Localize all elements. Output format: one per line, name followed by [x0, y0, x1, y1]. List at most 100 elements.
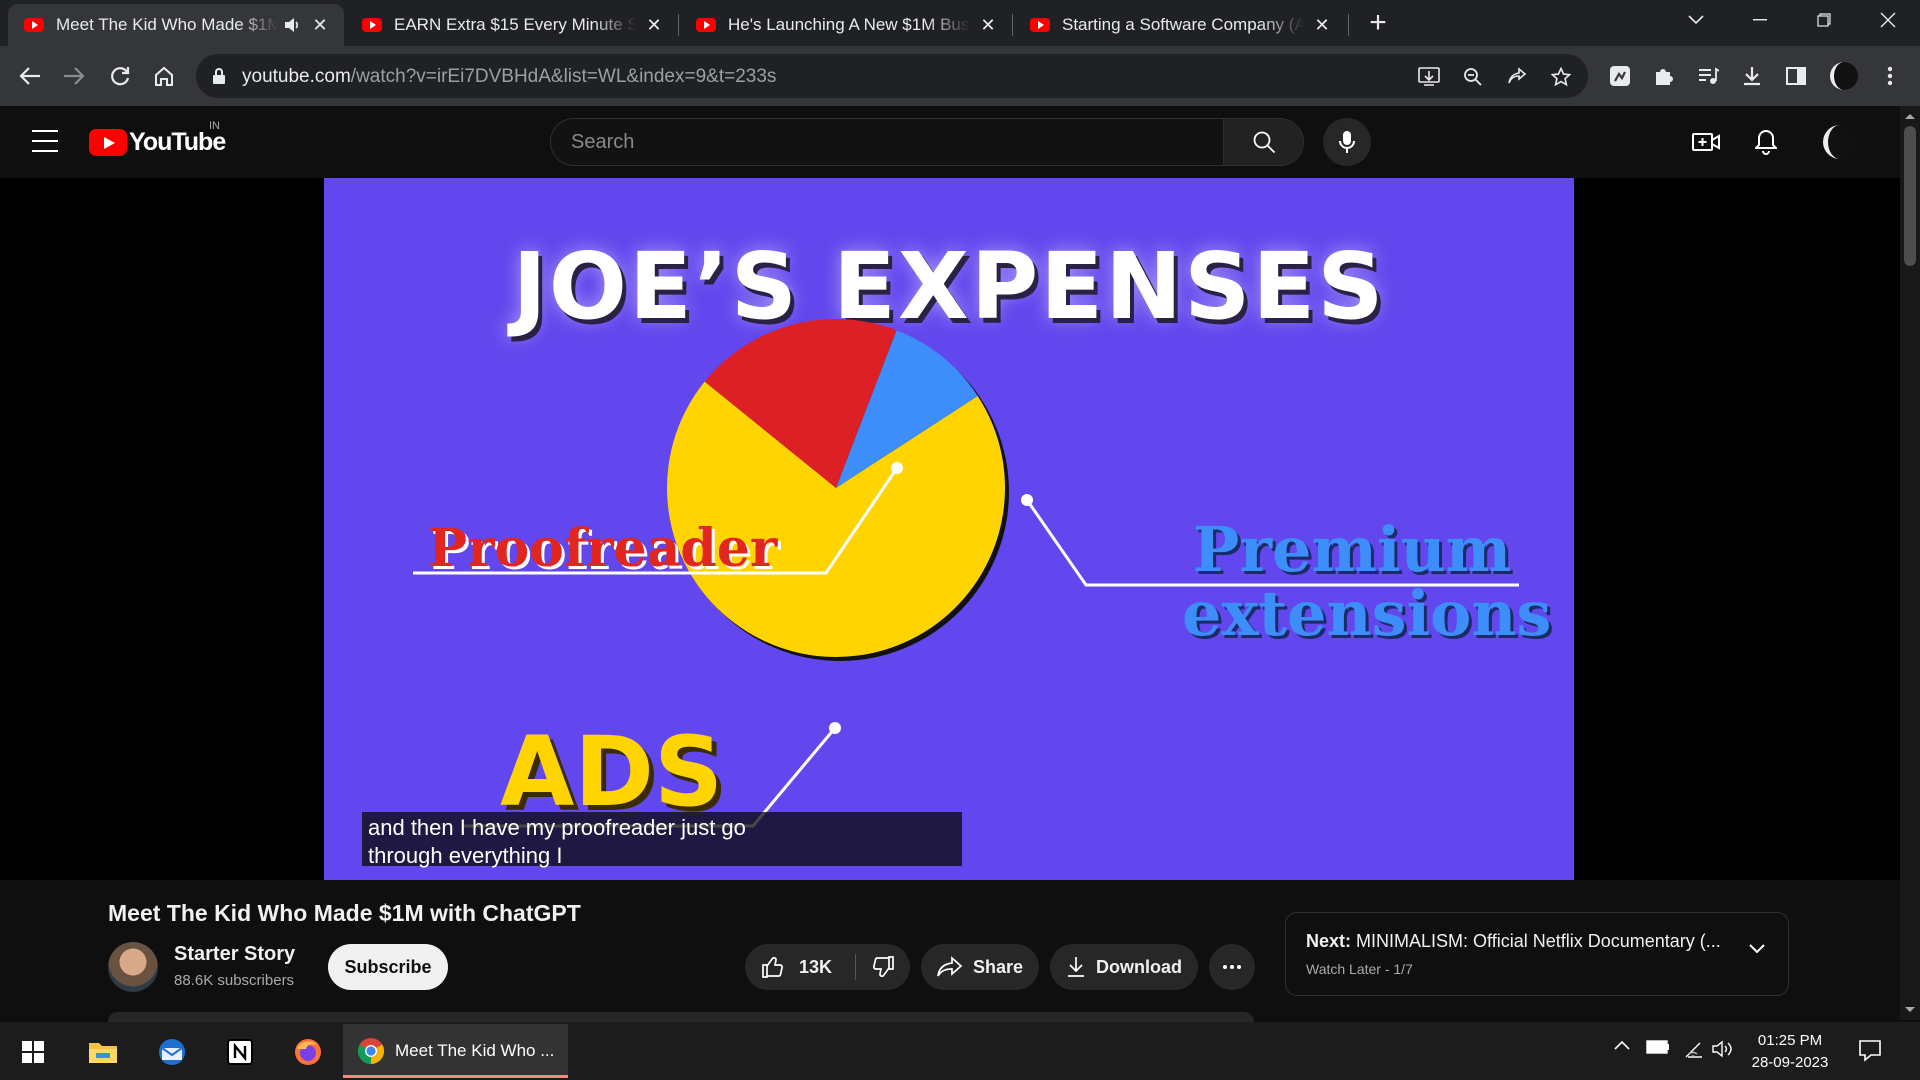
thumbs-down-icon	[873, 956, 894, 978]
browser-menu-icon[interactable]	[1872, 58, 1908, 94]
next-video-title: MINIMALISM: Official Netflix Documentary…	[1356, 931, 1721, 951]
share-arrow-icon	[937, 956, 963, 977]
zoom-icon[interactable]	[1458, 62, 1488, 92]
extension-icon[interactable]	[1602, 58, 1638, 94]
volume-icon[interactable]	[1712, 1040, 1734, 1058]
download-icon	[1068, 957, 1084, 977]
next-up-text: Next: MINIMALISM: Official Netflix Docum…	[1306, 931, 1721, 952]
country-code: IN	[209, 120, 220, 132]
close-tab-icon[interactable]: ✕	[1312, 15, 1332, 36]
close-tab-icon[interactable]: ✕	[978, 15, 998, 36]
browser-tab[interactable]: Meet The Kid Who Made $1M ✕	[8, 4, 344, 46]
browser-tab[interactable]: EARN Extra $15 Every Minute SEO ✕	[346, 4, 678, 46]
back-button[interactable]	[12, 58, 48, 94]
share-label: Share	[973, 956, 1024, 977]
search-box	[550, 118, 1304, 166]
tab-title: Meet The Kid Who Made $1M	[56, 15, 278, 34]
reload-button[interactable]	[102, 58, 138, 94]
firefox-icon[interactable]	[288, 1032, 328, 1072]
notion-icon[interactable]	[220, 1032, 260, 1072]
tab-title: EARN Extra $15 Every Minute SEO	[394, 15, 636, 34]
microphone-icon	[1339, 131, 1355, 153]
file-explorer-icon[interactable]	[83, 1032, 123, 1072]
subscribe-button[interactable]: Subscribe	[328, 944, 448, 990]
tab-separator	[1012, 14, 1013, 36]
share-button[interactable]: Share	[921, 944, 1039, 990]
forward-button[interactable]	[56, 58, 92, 94]
speaker-icon[interactable]	[284, 17, 302, 33]
tab-title: He's Launching A New $1M Business	[728, 15, 970, 34]
extensions-puzzle-icon[interactable]	[1646, 58, 1682, 94]
youtube-favicon-icon	[24, 18, 44, 32]
like-dislike-group: 13K	[745, 944, 910, 990]
notifications-bell-icon[interactable]	[1748, 124, 1784, 160]
restore-window-button[interactable]	[1796, 0, 1852, 40]
video-player[interactable]: JOE’S EXPENSES Proofreader Premium exten…	[0, 178, 1900, 880]
next-up-playlist-card[interactable]: Next: MINIMALISM: Official Netflix Docum…	[1285, 912, 1789, 996]
expand-chevron-icon[interactable]	[1748, 943, 1766, 955]
like-count: 13K	[799, 956, 833, 977]
browser-tab[interactable]: Starting a Software Company (As ✕	[1014, 4, 1346, 46]
youtube-favicon-icon	[696, 18, 716, 32]
account-avatar-icon[interactable]	[1822, 124, 1858, 160]
downloads-icon[interactable]	[1734, 58, 1770, 94]
channel-avatar[interactable]	[108, 942, 158, 992]
mail-app-icon[interactable]	[152, 1032, 192, 1072]
channel-name[interactable]: Starter Story	[174, 943, 295, 966]
home-button[interactable]	[146, 58, 182, 94]
leader-dot	[891, 462, 903, 474]
youtube-logo[interactable]: YouTube IN	[89, 120, 226, 157]
caption-line: through everything I	[368, 843, 563, 868]
close-tab-icon[interactable]: ✕	[310, 15, 330, 36]
action-center-icon[interactable]	[1858, 1038, 1882, 1062]
youtube-favicon-icon	[1030, 18, 1050, 32]
scroll-up-arrow-icon[interactable]	[1900, 108, 1920, 124]
scrollbar-thumb[interactable]	[1904, 126, 1916, 266]
description-box-edge[interactable]	[108, 1012, 1254, 1022]
system-clock[interactable]: 01:25 PM 28-09-2023	[1740, 1030, 1840, 1074]
battery-icon[interactable]	[1646, 1040, 1670, 1054]
search-input[interactable]	[551, 119, 1223, 165]
show-hidden-icons-chevron-icon[interactable]	[1614, 1040, 1630, 1050]
lock-icon[interactable]	[212, 67, 226, 85]
new-tab-button[interactable]: +	[1362, 6, 1394, 40]
youtube-header: YouTube IN	[0, 106, 1900, 178]
page-scrollbar[interactable]	[1900, 106, 1920, 1020]
install-app-icon[interactable]	[1414, 62, 1444, 92]
windows-start-icon[interactable]	[13, 1032, 53, 1072]
browser-tab[interactable]: He's Launching A New $1M Business ✕	[680, 4, 1012, 46]
address-bar[interactable]: youtube.com/watch?v=irEi7DVBHdA&list=WL&…	[196, 54, 1588, 98]
close-window-button[interactable]	[1860, 0, 1916, 40]
voice-search-button[interactable]	[1323, 118, 1371, 166]
create-video-icon[interactable]	[1688, 124, 1724, 160]
tab-separator	[1348, 14, 1349, 36]
dislike-button[interactable]	[856, 944, 910, 990]
youtube-favicon-icon	[362, 18, 382, 32]
tab-search-button[interactable]	[1668, 0, 1724, 40]
bookmark-star-icon[interactable]	[1546, 62, 1576, 92]
taskbar-window-title: Meet The Kid Who ...	[395, 1041, 555, 1060]
download-button[interactable]: Download	[1050, 944, 1198, 990]
share-page-icon[interactable]	[1502, 62, 1532, 92]
side-panel-icon[interactable]	[1778, 58, 1814, 94]
profile-avatar-icon[interactable]	[1826, 58, 1862, 94]
media-controls-icon[interactable]	[1690, 58, 1726, 94]
tab-title: Starting a Software Company (As	[1062, 15, 1304, 34]
menu-hamburger-icon[interactable]	[32, 130, 58, 152]
clock-date: 28-09-2023	[1751, 1054, 1829, 1071]
minimize-window-button[interactable]	[1732, 0, 1788, 40]
more-actions-button[interactable]	[1209, 944, 1255, 990]
download-label: Download	[1096, 956, 1182, 977]
url-host: youtube.com	[242, 66, 351, 87]
more-horizontal-icon	[1223, 965, 1241, 969]
video-title: Meet The Kid Who Made $1M with ChatGPT	[108, 900, 581, 926]
clock-time: 01:25 PM	[1757, 1032, 1823, 1049]
scroll-down-arrow-icon[interactable]	[1900, 1002, 1920, 1018]
tab-separator	[678, 14, 679, 36]
taskbar-chrome-window[interactable]: Meet The Kid Who ...	[343, 1024, 568, 1078]
like-button[interactable]: 13K	[745, 944, 855, 990]
wifi-icon[interactable]	[1682, 1040, 1704, 1058]
close-tab-icon[interactable]: ✕	[644, 15, 664, 36]
leader-dot	[1021, 494, 1033, 506]
search-button[interactable]	[1223, 119, 1303, 165]
